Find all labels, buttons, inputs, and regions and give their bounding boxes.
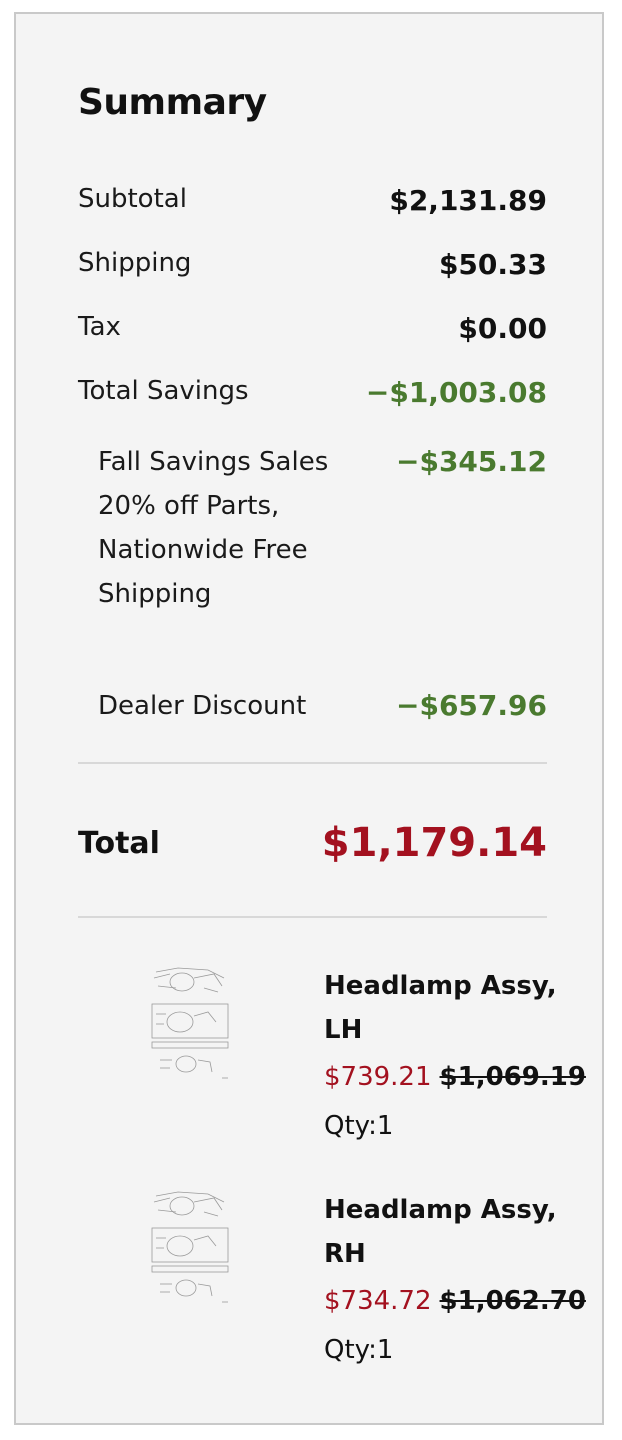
order-summary-panel: Summary Subtotal $2,131.89 Shipping $50.… (14, 12, 604, 1425)
subtotal-label: Subtotal (78, 184, 187, 214)
fall-savings-row: Fall Savings Sales 20% off Parts, Nation… (98, 440, 547, 616)
item-quantity: Qty:1 (324, 1335, 394, 1365)
shipping-value: $50.33 (438, 248, 547, 281)
item-info: Headlamp Assy, LH $739.21 $1,069.19 Qty:1 (324, 964, 586, 1150)
item-prices: $739.21 $1,069.19 (324, 1052, 586, 1102)
sale-price: $734.72 (324, 1286, 432, 1316)
headlamp-diagram-thumbnail[interactable] (148, 1188, 232, 1308)
total-savings-value: −$1,003.08 (365, 376, 547, 409)
original-price: $1,062.70 (439, 1286, 586, 1316)
total-savings-label: Total Savings (78, 376, 249, 406)
shipping-label: Shipping (78, 248, 192, 278)
item-info: Headlamp Assy, RH $734.72 $1,062.70 Qty:1 (324, 1188, 586, 1374)
fall-savings-value: −$345.12 (396, 445, 547, 478)
item-prices: $734.72 $1,062.70 (324, 1276, 586, 1326)
total-savings-row: Total Savings −$1,003.08 (78, 376, 547, 409)
tax-row: Tax $0.00 (78, 312, 547, 345)
summary-title: Summary (78, 82, 267, 123)
dealer-discount-row: Dealer Discount −$657.96 (98, 684, 547, 728)
total-value: $1,179.14 (321, 820, 547, 866)
tax-label: Tax (78, 312, 121, 342)
shipping-row: Shipping $50.33 (78, 248, 547, 281)
item-name[interactable]: Headlamp Assy, RH (324, 1188, 584, 1276)
total-label: Total (78, 825, 160, 861)
dealer-discount-value: −$657.96 (396, 689, 547, 722)
item-quantity: Qty:1 (324, 1111, 394, 1141)
divider (78, 916, 547, 918)
original-price: $1,069.19 (439, 1062, 586, 1092)
headlamp-diagram-thumbnail[interactable] (148, 964, 232, 1084)
fall-savings-label: Fall Savings Sales 20% off Parts, Nation… (98, 447, 329, 609)
tax-value: $0.00 (458, 312, 547, 345)
subtotal-value: $2,131.89 (389, 184, 547, 217)
dealer-discount-label: Dealer Discount (98, 691, 307, 721)
subtotal-row: Subtotal $2,131.89 (78, 184, 547, 217)
total-row: Total $1,179.14 (78, 820, 547, 866)
item-name[interactable]: Headlamp Assy, LH (324, 964, 584, 1052)
sale-price: $739.21 (324, 1062, 432, 1092)
divider (78, 762, 547, 764)
